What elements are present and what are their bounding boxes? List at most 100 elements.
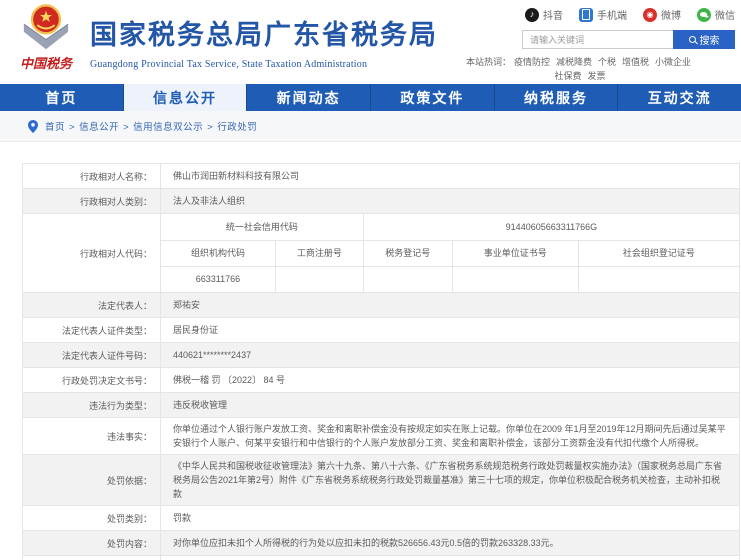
nav-tab-home[interactable]: 首页 [0,84,124,111]
hotwords: 本站热词： 疫情防控 减税降费 个税 增值税 小微企业 社保费 发票 [425,55,735,83]
breadcrumb-bar: 首页 > 信息公开 > 信用信息双公示 > 行政处罚 [0,111,741,142]
code-column-header: 社会组织登记证号 [578,240,739,267]
social-link-douyin[interactable]: 抖音 [525,7,563,22]
row-value-party-type: 法人及非法人组织 [173,196,246,206]
search-bar: 搜索 [522,30,735,49]
row-value-penalty-basis: 《中华人民共和国税收征收管理法》第六十九条、第八十六条、《广东省税务系统规范税务… [173,461,723,499]
table-row-decision-doc-number: 行政处罚决定文书号： 佛税一稽 罚 〔2022〕 84 号 [23,368,739,393]
hotwords-line-1: 本站热词： 疫情防控 减税降费 个税 增值税 小微企业 [425,55,735,69]
mobile-app-icon [579,7,593,22]
table-row-party-codes: 行政相对人代码： 统一社会信用代码 91440605663311766G 组织机构代码… [23,214,739,293]
social-link-wechat[interactable]: 微信 [697,7,735,22]
row-label-penalty-content: 处罚内容： [23,531,161,555]
row-label-violation-type: 违法行为类型： [23,393,161,417]
table-row-penalty-basis: 处罚依据： 《中华人民共和国税收征收管理法》第六十九条、第八十六条、《广东省税务系… [23,455,739,506]
breadcrumb-item[interactable]: 首页 [45,122,65,133]
tax-emblem-icon [23,4,69,50]
row-value-legal-rep-id-type: 居民身份证 [173,325,219,335]
row-label-party-name: 行政相对人名称： [23,164,161,188]
row-value-fine-amount: 26.332833 [161,556,739,560]
hotword-link[interactable]: 增值税 [622,57,649,67]
location-pin-icon [28,119,38,133]
header-right: 抖音 手机端 微博 微信 搜索 本站热词：疫情防控减税降费个税增值税小微企业社保费发票 [390,7,735,83]
row-value-party-codes: 统一社会信用代码 91440605663311766G 组织机构代码 工商注册号 税务登… [161,214,739,292]
row-label-legal-rep-id-number: 法定代表人证件号码： [23,343,161,367]
social-label-mobile: 手机端 [597,11,627,22]
code-column-header: 税务登记号 [363,240,453,267]
row-label-legal-rep: 法定代表人： [23,293,161,317]
hotwords-prefix: 本站热词： [465,57,511,67]
nav-tab-policy[interactable]: 政策文件 [371,84,495,111]
nav-tab-info-disclosure[interactable]: 信息公开 [123,84,248,111]
code-column-header: 工商注册号 [275,240,364,267]
hotwords-line-2: 社保费 发票 [425,69,735,83]
nav-tab-tax-service[interactable]: 纳税服务 [495,84,619,111]
table-row-penalty-category: 处罚类别： 罚款 [23,506,739,531]
weibo-icon [643,7,657,22]
credit-code-value: 91440605663311766G [363,214,739,241]
logo-caption: 中国税务 [19,56,72,71]
douyin-icon [525,7,539,22]
row-label-violation-facts: 违法事实： [23,418,161,454]
search-button[interactable]: 搜索 [673,30,735,49]
row-label-penalty-category: 处罚类别： [23,506,161,530]
table-row-legal-rep: 法定代表人： 郑祐安 [23,293,739,318]
code-column-value [275,266,364,292]
row-label-fine-amount: 罚款金额（万元）： [23,556,161,560]
table-row-legal-rep-id-type: 法定代表人证件类型： 居民身份证 [23,318,739,343]
table-row-legal-rep-id-number: 法定代表人证件号码： 440621********2437 [23,343,739,368]
hotword-link[interactable]: 个税 [598,57,616,67]
hotword-link[interactable]: 减税降费 [556,57,592,67]
code-column-header: 组织机构代码 [161,240,276,267]
row-value-decision-doc-number: 佛税一稽 罚 〔2022〕 84 号 [173,375,286,385]
site-subtitle-en: Guangdong Provincial Tax Service, State … [90,59,368,70]
table-row-party-name: 行政相对人名称： 佛山市润田新材料科技有限公司 [23,164,739,189]
table-row-violation-facts: 违法事实： 你单位通过个人银行账户发放工资、奖金和离职补偿金没有按规定如实在账上记… [23,418,739,455]
search-input[interactable] [522,30,673,49]
social-link-weibo[interactable]: 微博 [643,7,681,22]
breadcrumb-separator: > [69,122,76,133]
row-label-decision-doc-number: 行政处罚决定文书号： [23,368,161,392]
search-icon [688,36,696,43]
breadcrumb-item[interactable]: 信用信息双公示 [133,122,203,133]
row-label-legal-rep-id-type: 法定代表人证件类型： [23,318,161,342]
site-header: 中国税务 国家税务总局广东省税务局 Guangdong Provincial T… [0,0,741,84]
breadcrumb-separator: > [207,122,214,133]
page: 中国税务 国家税务总局广东省税务局 Guangdong Provincial T… [0,0,741,560]
row-value-penalty-category: 罚款 [173,513,192,523]
code-column-value [452,266,579,292]
row-value-party-name: 佛山市润田新材料科技有限公司 [173,171,300,181]
breadcrumb-item: 行政处罚 [217,122,258,133]
hotword-link[interactable]: 疫情防控 [514,57,550,67]
row-value-penalty-content: 对你单位应扣未扣个人所得税的行为处以应扣未扣的税款526656.43元0.5倍的… [173,538,559,548]
credit-code-label: 统一社会信用代码 [161,214,364,241]
social-label-weibo: 微博 [661,11,681,22]
row-value-violation-facts: 你单位通过个人银行账户发放工资、奖金和离职补偿金没有按规定如实在账上记载。你单位… [173,424,726,448]
row-label-party-type: 行政相对人类别： [23,189,161,213]
social-links: 抖音 手机端 微博 微信 [390,7,735,22]
hotword-link[interactable]: 社保费 [554,71,581,81]
title-block: 国家税务总局广东省税务局 Guangdong Provincial Tax Se… [90,13,438,70]
breadcrumb-separator: > [123,122,130,133]
search-button-label: 搜索 [699,36,720,47]
row-value-violation-type: 违反税收管理 [173,400,228,410]
breadcrumb-item[interactable]: 信息公开 [79,122,119,133]
table-row-violation-type: 违法行为类型： 违反税收管理 [23,393,739,418]
code-column-value [578,266,739,292]
party-codes-table: 统一社会信用代码 91440605663311766G 组织机构代码 工商注册号 税务登… [161,214,739,292]
nav-tab-news[interactable]: 新闻动态 [247,84,372,111]
hotword-link[interactable]: 发票 [588,71,606,81]
row-value-legal-rep: 郑祐安 [173,300,201,310]
site-logo[interactable]: 中国税务 [12,4,80,70]
row-label-party-codes: 行政相对人代码： [23,214,161,292]
wechat-icon [697,7,711,22]
table-row-fine-amount: 罚款金额（万元）：26.332833 [23,556,739,560]
nav-tab-interaction[interactable]: 互动交流 [618,84,741,111]
social-link-mobile[interactable]: 手机端 [579,7,627,22]
code-column-value: 663311766 [161,266,276,292]
table-row-penalty-content: 处罚内容： 对你单位应扣未扣个人所得税的行为处以应扣未扣的税款526656.43元… [23,531,739,556]
penalty-info-table: 行政相对人名称： 佛山市润田新材料科技有限公司 行政相对人类别： 法人及非法人组织 行政… [22,163,740,560]
code-column-value [363,266,453,292]
hotword-link[interactable]: 小微企业 [655,57,691,67]
site-title: 国家税务总局广东省税务局 [90,20,438,50]
